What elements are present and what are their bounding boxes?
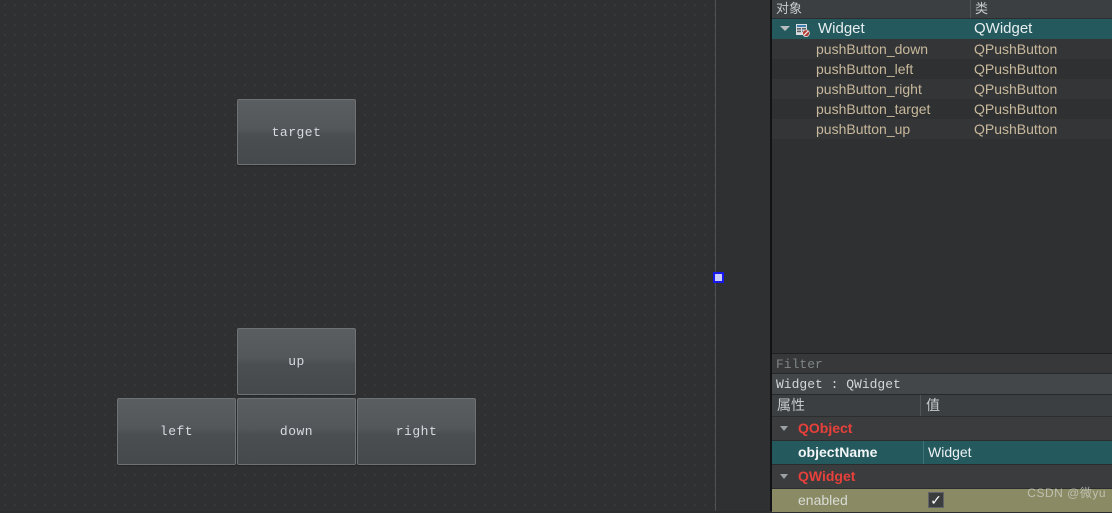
- object-tree-cell-object: pushButton_left: [816, 61, 914, 77]
- canvas-widget-pushButton_down[interactable]: down: [237, 398, 356, 465]
- canvas-widget-pushButton_left[interactable]: left: [117, 398, 236, 465]
- object-tree-cell-class: QPushButton: [974, 121, 1058, 137]
- property-table-header: 属性 值: [772, 395, 1112, 417]
- object-tree-cell-class: QWidget: [974, 20, 1033, 37]
- property-group-QObject[interactable]: QObject: [772, 417, 1112, 441]
- property-column-value[interactable]: 值: [921, 395, 1112, 416]
- object-tree-cell-object: pushButton_down: [816, 41, 929, 57]
- object-tree-row-pushButton_left[interactable]: pushButton_left QPushButton: [772, 59, 1112, 79]
- object-tree-cell-object: pushButton_right: [816, 81, 922, 97]
- widget-label: target: [271, 124, 322, 140]
- enabled-checkbox[interactable]: ✓: [928, 492, 944, 508]
- property-object-crumb: Widget : QWidget: [772, 374, 1112, 395]
- property-group-QWidget[interactable]: QWidget: [772, 465, 1112, 489]
- object-tree-cell-object: pushButton_up: [816, 121, 911, 137]
- object-tree-header: 对象 类: [772, 0, 1112, 19]
- property-name: objectName: [798, 444, 878, 460]
- property-value: [923, 417, 1112, 440]
- object-tree-cell-class: QPushButton: [974, 41, 1058, 57]
- form-resize-handle[interactable]: [713, 272, 724, 283]
- canvas-widget-pushButton_up[interactable]: up: [237, 328, 356, 395]
- widget-label: down: [279, 424, 314, 439]
- property-filter-input[interactable]: Filter: [772, 353, 1112, 374]
- object-tree-row-pushButton_up[interactable]: pushButton_up QPushButton: [772, 119, 1112, 139]
- property-name: enabled: [798, 492, 848, 508]
- property-name: QObject: [798, 420, 853, 436]
- object-tree-row-pushButton_down[interactable]: pushButton_down QPushButton: [772, 39, 1112, 59]
- right-dock-area: 对象 类 Widget QWidget pushButton_down QPus…: [772, 0, 1112, 513]
- object-tree-row-pushButton_target[interactable]: pushButton_target QPushButton: [772, 99, 1112, 119]
- property-value[interactable]: Widget: [923, 441, 1112, 464]
- property-name: QWidget: [798, 468, 856, 484]
- object-tree-row-pushButton_right[interactable]: pushButton_right QPushButton: [772, 79, 1112, 99]
- property-table-body[interactable]: QObject objectName Widget QWidget enable…: [772, 417, 1112, 513]
- property-value[interactable]: ✓: [923, 489, 1112, 512]
- qt-designer-window: target up left down right 对象 类 Widget QW…: [0, 0, 1112, 513]
- object-tree-column-class[interactable]: 类: [971, 0, 1112, 18]
- property-value: [923, 465, 1112, 488]
- canvas-widget-pushButton_right[interactable]: right: [357, 398, 476, 465]
- property-row-enabled[interactable]: enabled ✓: [772, 489, 1112, 513]
- property-row-objectName[interactable]: objectName Widget: [772, 441, 1112, 465]
- widget-label: right: [395, 424, 438, 439]
- object-tree-cell-class: QPushButton: [974, 101, 1058, 117]
- property-column-name[interactable]: 属性: [772, 395, 921, 416]
- object-tree-body[interactable]: Widget QWidget pushButton_down QPushButt…: [772, 19, 1112, 353]
- canvas-widget-pushButton_target[interactable]: target: [237, 99, 356, 165]
- object-tree-cell-object: pushButton_target: [816, 101, 931, 117]
- dock-gutter: [716, 0, 772, 511]
- object-tree-cell-object: Widget: [818, 20, 865, 37]
- object-tree-row-Widget[interactable]: Widget QWidget: [772, 19, 1112, 39]
- object-tree-column-object[interactable]: 对象: [772, 0, 971, 18]
- object-tree-cell-class: QPushButton: [974, 81, 1058, 97]
- widget-label: left: [159, 424, 194, 439]
- form-canvas[interactable]: target up left down right: [0, 0, 716, 511]
- widget-label: up: [288, 354, 305, 369]
- object-tree-cell-class: QPushButton: [974, 61, 1058, 77]
